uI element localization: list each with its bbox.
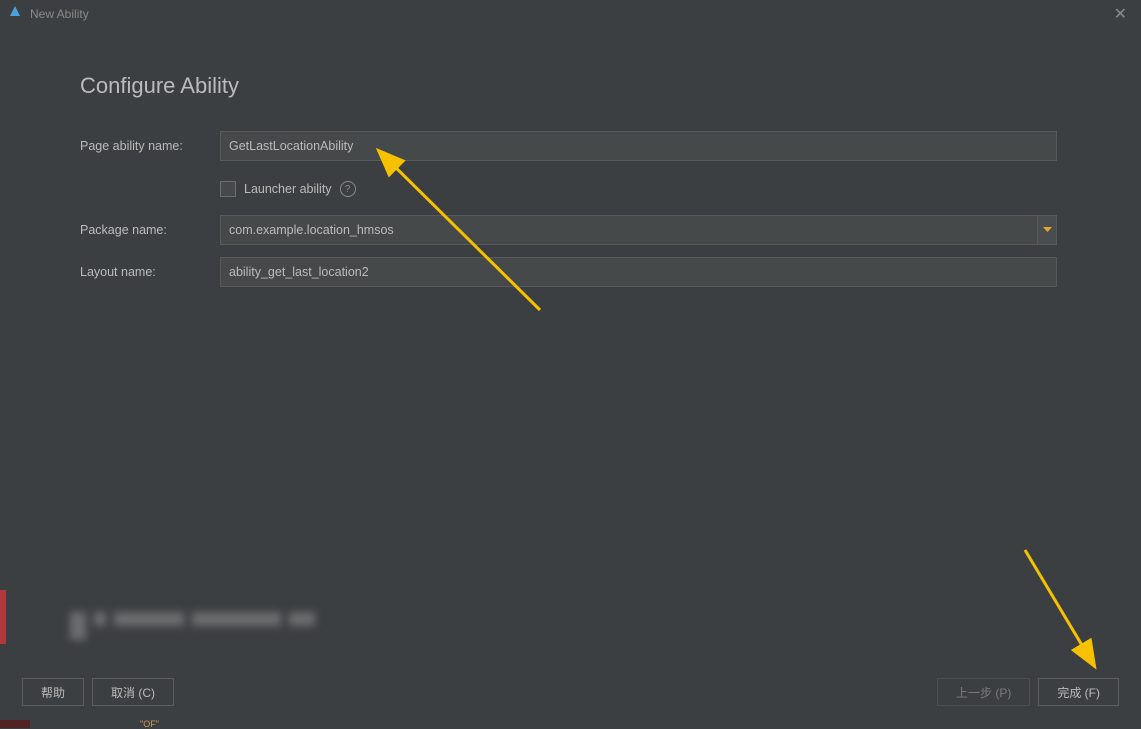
launcher-ability-checkbox[interactable] (220, 181, 236, 197)
finish-button[interactable]: 完成 (F) (1038, 678, 1119, 706)
left-marker-strip (0, 590, 6, 644)
bottom-strip: "OF" (0, 720, 1141, 728)
row-layout-name: Layout name: (80, 257, 1081, 287)
row-launcher-ability: Launcher ability ? (80, 173, 1081, 215)
package-name-value: com.example.location_hmsos (220, 215, 1037, 245)
help-button[interactable]: 帮助 (22, 678, 84, 706)
layout-name-label: Layout name: (80, 265, 220, 279)
row-page-ability: Page ability name: (80, 131, 1081, 161)
window-title: New Ability (30, 7, 89, 21)
dialog-body: Configure Ability Page ability name: Lau… (0, 28, 1141, 287)
button-bar: 帮助 取消 (C) 上一步 (P) 完成 (F) (0, 678, 1141, 706)
title-bar: New Ability ✕ (0, 0, 1141, 28)
launcher-ability-label: Launcher ability (244, 182, 332, 196)
bottom-strip-text: "OF" (30, 720, 1141, 728)
dialog-heading: Configure Ability (80, 73, 1081, 99)
blurred-content (70, 612, 315, 644)
page-ability-input[interactable] (220, 131, 1057, 161)
row-package-name: Package name: com.example.location_hmsos (80, 215, 1081, 245)
chevron-down-icon[interactable] (1037, 215, 1057, 245)
package-name-label: Package name: (80, 223, 220, 237)
cancel-button[interactable]: 取消 (C) (92, 678, 174, 706)
help-icon[interactable]: ? (340, 181, 356, 197)
page-ability-label: Page ability name: (80, 139, 220, 153)
previous-button[interactable]: 上一步 (P) (937, 678, 1030, 706)
layout-name-input[interactable] (220, 257, 1057, 287)
close-icon[interactable]: ✕ (1108, 4, 1133, 24)
app-icon (8, 5, 22, 24)
package-name-select[interactable]: com.example.location_hmsos (220, 215, 1057, 245)
